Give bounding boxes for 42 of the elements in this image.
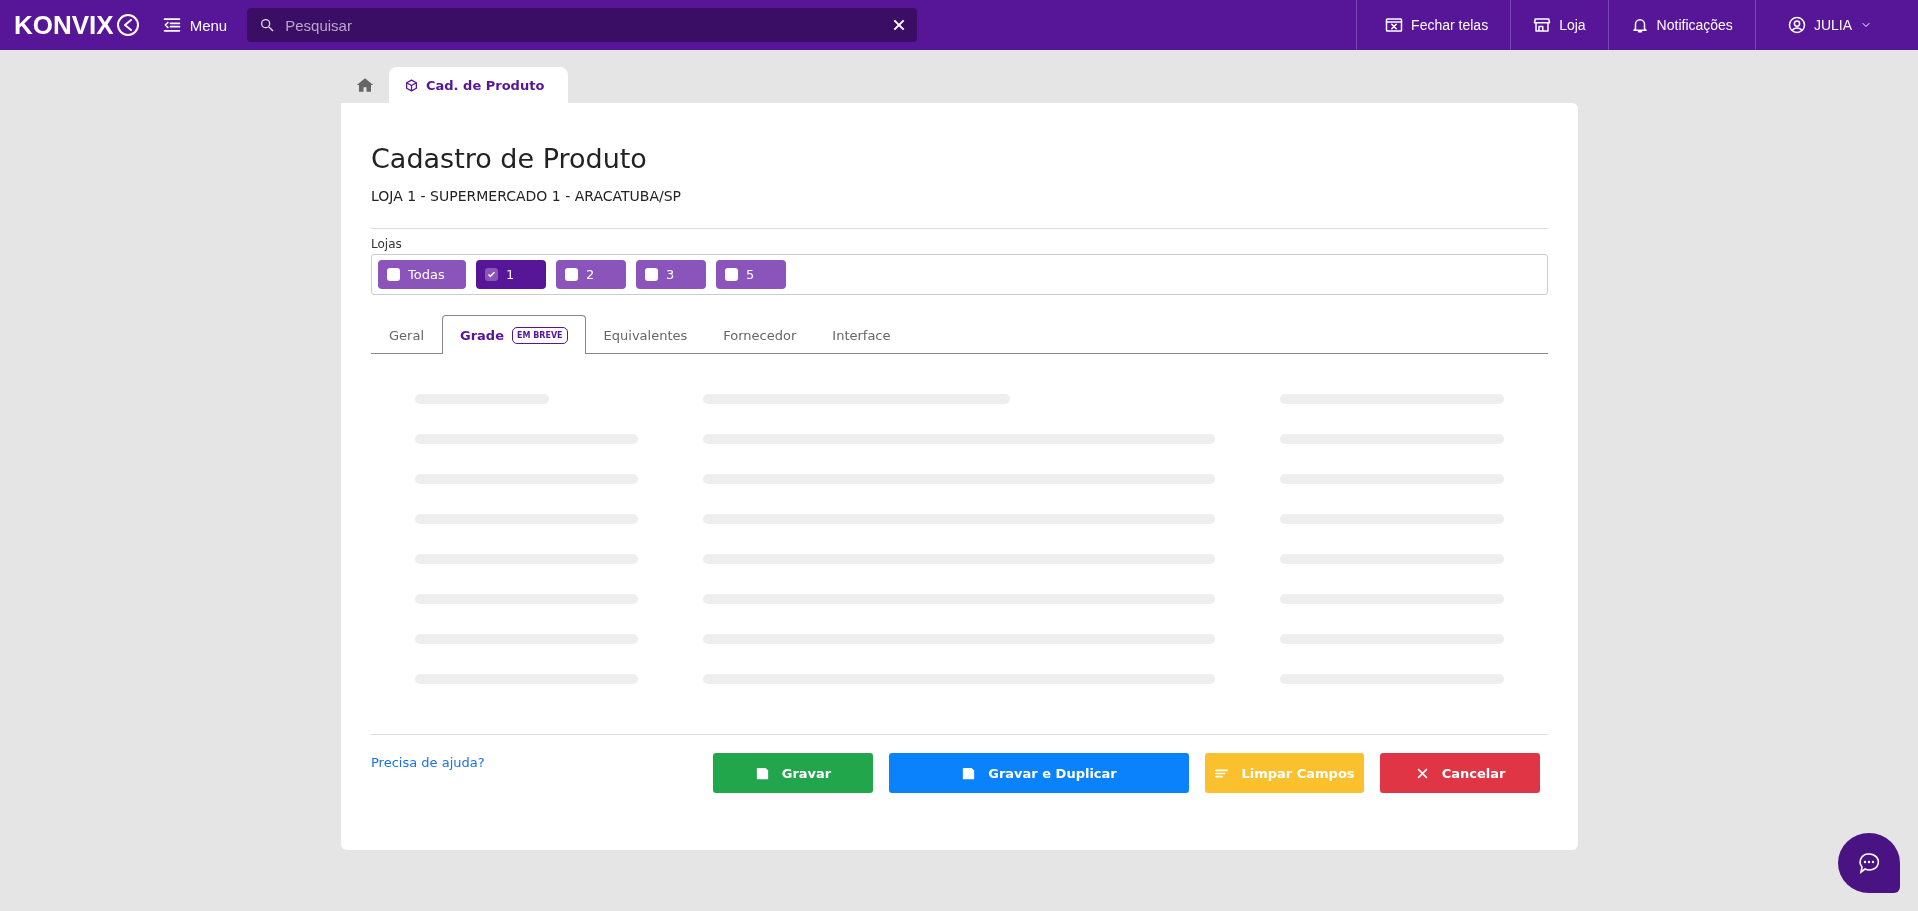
cube-icon (405, 78, 418, 92)
store-subtitle: LOJA 1 - SUPERMERCADO 1 - ARACATUBA/SP (371, 188, 683, 204)
help-link[interactable]: Precisa de ajuda? (371, 755, 485, 770)
store-chip[interactable]: Todas (378, 260, 466, 289)
store-icon (1533, 16, 1552, 34)
speech-bubble-icon (1857, 851, 1881, 875)
toolbar-button[interactable]: Fechar telas (1356, 0, 1511, 50)
checkbox[interactable] (725, 268, 738, 281)
tab[interactable]: Geral (371, 316, 442, 354)
tab[interactable]: Equivalentes (585, 316, 706, 354)
chat-button[interactable] (1838, 833, 1900, 893)
page-title: Cadastro de Produto (371, 143, 648, 174)
menu-icon (161, 15, 182, 35)
tab[interactable]: Fornecedor (705, 316, 815, 354)
checkbox[interactable] (645, 268, 658, 281)
check-icon (487, 270, 496, 279)
toolbar-button[interactable]: JULIA (1754, 0, 1918, 50)
menu-button[interactable]: Menu (161, 15, 228, 35)
store-chip[interactable]: 1 (476, 260, 546, 289)
page-tab[interactable]: Cad. de Produto (389, 67, 569, 103)
action-button[interactable]: Cancelar (1380, 753, 1540, 793)
window-close-icon (1385, 16, 1404, 34)
checkbox[interactable] (387, 268, 400, 281)
search-field[interactable]: Pesquisar (247, 8, 918, 42)
user-icon (1787, 16, 1806, 34)
checkbox[interactable] (565, 268, 578, 281)
action-button[interactable]: Gravar e Duplicar (889, 753, 1189, 793)
toolbar-button[interactable]: Notificações (1607, 0, 1755, 50)
store-chip[interactable]: 2 (556, 260, 626, 289)
toolbar-button[interactable]: Loja (1510, 0, 1608, 50)
soon-badge: EM BREVE (512, 326, 568, 344)
action-button[interactable]: Gravar (713, 753, 873, 793)
checkbox[interactable] (485, 268, 498, 281)
tab[interactable]: Interface (814, 316, 909, 354)
logo-text: KONVIX (14, 9, 114, 41)
tab[interactable]: Grade EM BREVE (442, 315, 586, 354)
search-icon (259, 17, 276, 33)
home-icon (355, 76, 375, 94)
field-label: Lojas (371, 237, 403, 251)
store-chip[interactable]: 3 (636, 260, 706, 289)
bell-icon (1630, 16, 1649, 34)
store-chip[interactable]: 5 (716, 260, 786, 289)
